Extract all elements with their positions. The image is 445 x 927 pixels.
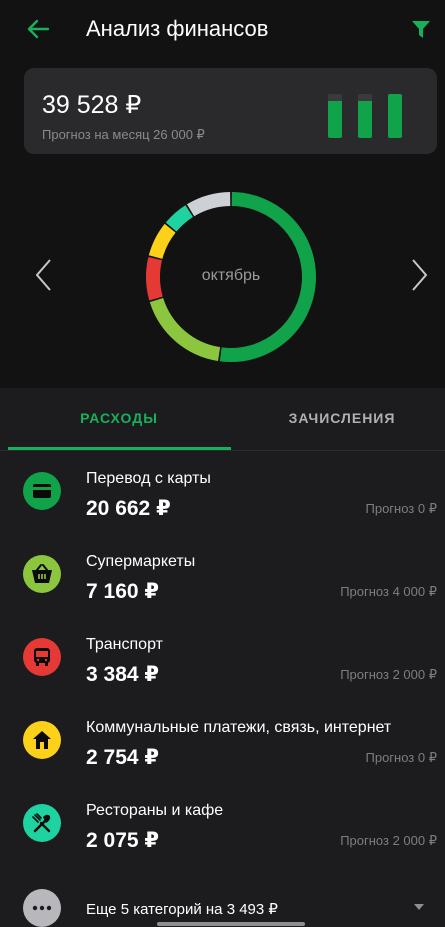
more-dots-icon [32, 905, 52, 911]
fork-knife-icon [32, 813, 51, 833]
tab-expenses[interactable]: РАСХОДЫ [8, 388, 230, 448]
back-button[interactable] [22, 13, 54, 45]
donut-segment[interactable] [148, 223, 176, 260]
category-amount: 20 662 ₽ [86, 497, 171, 520]
progress-bar-fill [358, 100, 372, 138]
donut-segment[interactable] [165, 205, 194, 232]
arrow-left-icon [27, 19, 49, 39]
category-name: Рестораны и кафе [86, 802, 224, 819]
category-icon-bg [23, 555, 61, 593]
category-name: Транспорт [86, 636, 163, 653]
progress-bar-fill [388, 94, 402, 138]
house-icon [33, 731, 51, 749]
progress-bar-fill [328, 100, 342, 138]
progress-bar [388, 94, 402, 138]
category-amount: 7 160 ₽ [86, 580, 159, 603]
category-icon-bg [23, 804, 61, 842]
progress-bar [358, 94, 372, 138]
next-month-button[interactable] [405, 250, 435, 300]
category-name: Коммунальные платежи, связь, интернет [86, 719, 392, 736]
filter-icon [412, 21, 430, 38]
filter-button[interactable] [405, 14, 437, 46]
category-forecast: Прогноз 2 000 ₽ [340, 667, 437, 682]
chevron-right-icon [412, 259, 428, 291]
bus-icon [34, 648, 50, 666]
category-name: Супермаркеты [86, 553, 196, 570]
page-title: Анализ финансов [86, 16, 269, 41]
tabs-bar: РАСХОДЫ ЗАЧИСЛЕНИЯ [0, 388, 445, 451]
progress-bar [328, 94, 342, 138]
category-amount: 3 384 ₽ [86, 663, 159, 686]
list-item[interactable]: Коммунальные платежи, связь, интернет 2 … [0, 700, 445, 783]
active-tab-indicator [8, 447, 231, 450]
category-icon-bg [23, 638, 61, 676]
month-forecast: Прогноз на месяц 26 000 ₽ [42, 127, 205, 142]
more-categories-label: Еще 5 категорий на 3 493 ₽ [86, 901, 278, 918]
donut-segment[interactable] [149, 297, 221, 362]
list-item[interactable]: Транспорт 3 384 ₽ Прогноз 2 000 ₽ [0, 617, 445, 700]
summary-card[interactable]: 39 528 ₽ Прогноз на месяц 26 000 ₽ [24, 68, 437, 154]
home-indicator [157, 922, 305, 926]
category-amount: 2 754 ₽ [86, 746, 159, 769]
chevron-left-icon [35, 259, 51, 291]
category-forecast: Прогноз 2 000 ₽ [340, 833, 437, 848]
list-item[interactable]: Супермаркеты 7 160 ₽ Прогноз 4 000 ₽ [0, 534, 445, 617]
list-item[interactable]: Перевод с карты 20 662 ₽ Прогноз 0 ₽ [0, 451, 445, 534]
more-icon-bg [23, 889, 61, 927]
donut-segment[interactable] [186, 192, 231, 217]
category-amount: 2 075 ₽ [86, 829, 159, 852]
chart-month-label: октябрь [201, 267, 261, 284]
list-item[interactable]: Рестораны и кафе 2 075 ₽ Прогноз 2 000 ₽ [0, 783, 445, 866]
category-forecast: Прогноз 4 000 ₽ [340, 584, 437, 599]
card-icon [33, 484, 51, 498]
category-forecast: Прогноз 0 ₽ [365, 501, 438, 516]
category-forecast: Прогноз 0 ₽ [365, 750, 438, 765]
analysis-hero: 39 528 ₽ Прогноз на месяц 26 000 ₽ октяб… [0, 62, 445, 388]
top-app-bar: Анализ финансов [0, 0, 445, 62]
progress-bars [328, 88, 421, 138]
category-icon-bg [23, 721, 61, 759]
tab-income[interactable]: ЗАЧИСЛЕНИЯ [231, 388, 445, 448]
previous-month-button[interactable] [28, 250, 58, 300]
basket-icon [32, 564, 52, 583]
category-list: Перевод с карты 20 662 ₽ Прогноз 0 ₽ Суп… [0, 451, 445, 866]
category-name: Перевод с карты [86, 470, 211, 487]
category-icon-bg [23, 472, 61, 510]
chevron-down-icon [414, 904, 424, 910]
more-categories-row[interactable]: Еще 5 категорий на 3 493 ₽ [0, 886, 445, 927]
total-amount: 39 528 ₽ [42, 91, 142, 119]
